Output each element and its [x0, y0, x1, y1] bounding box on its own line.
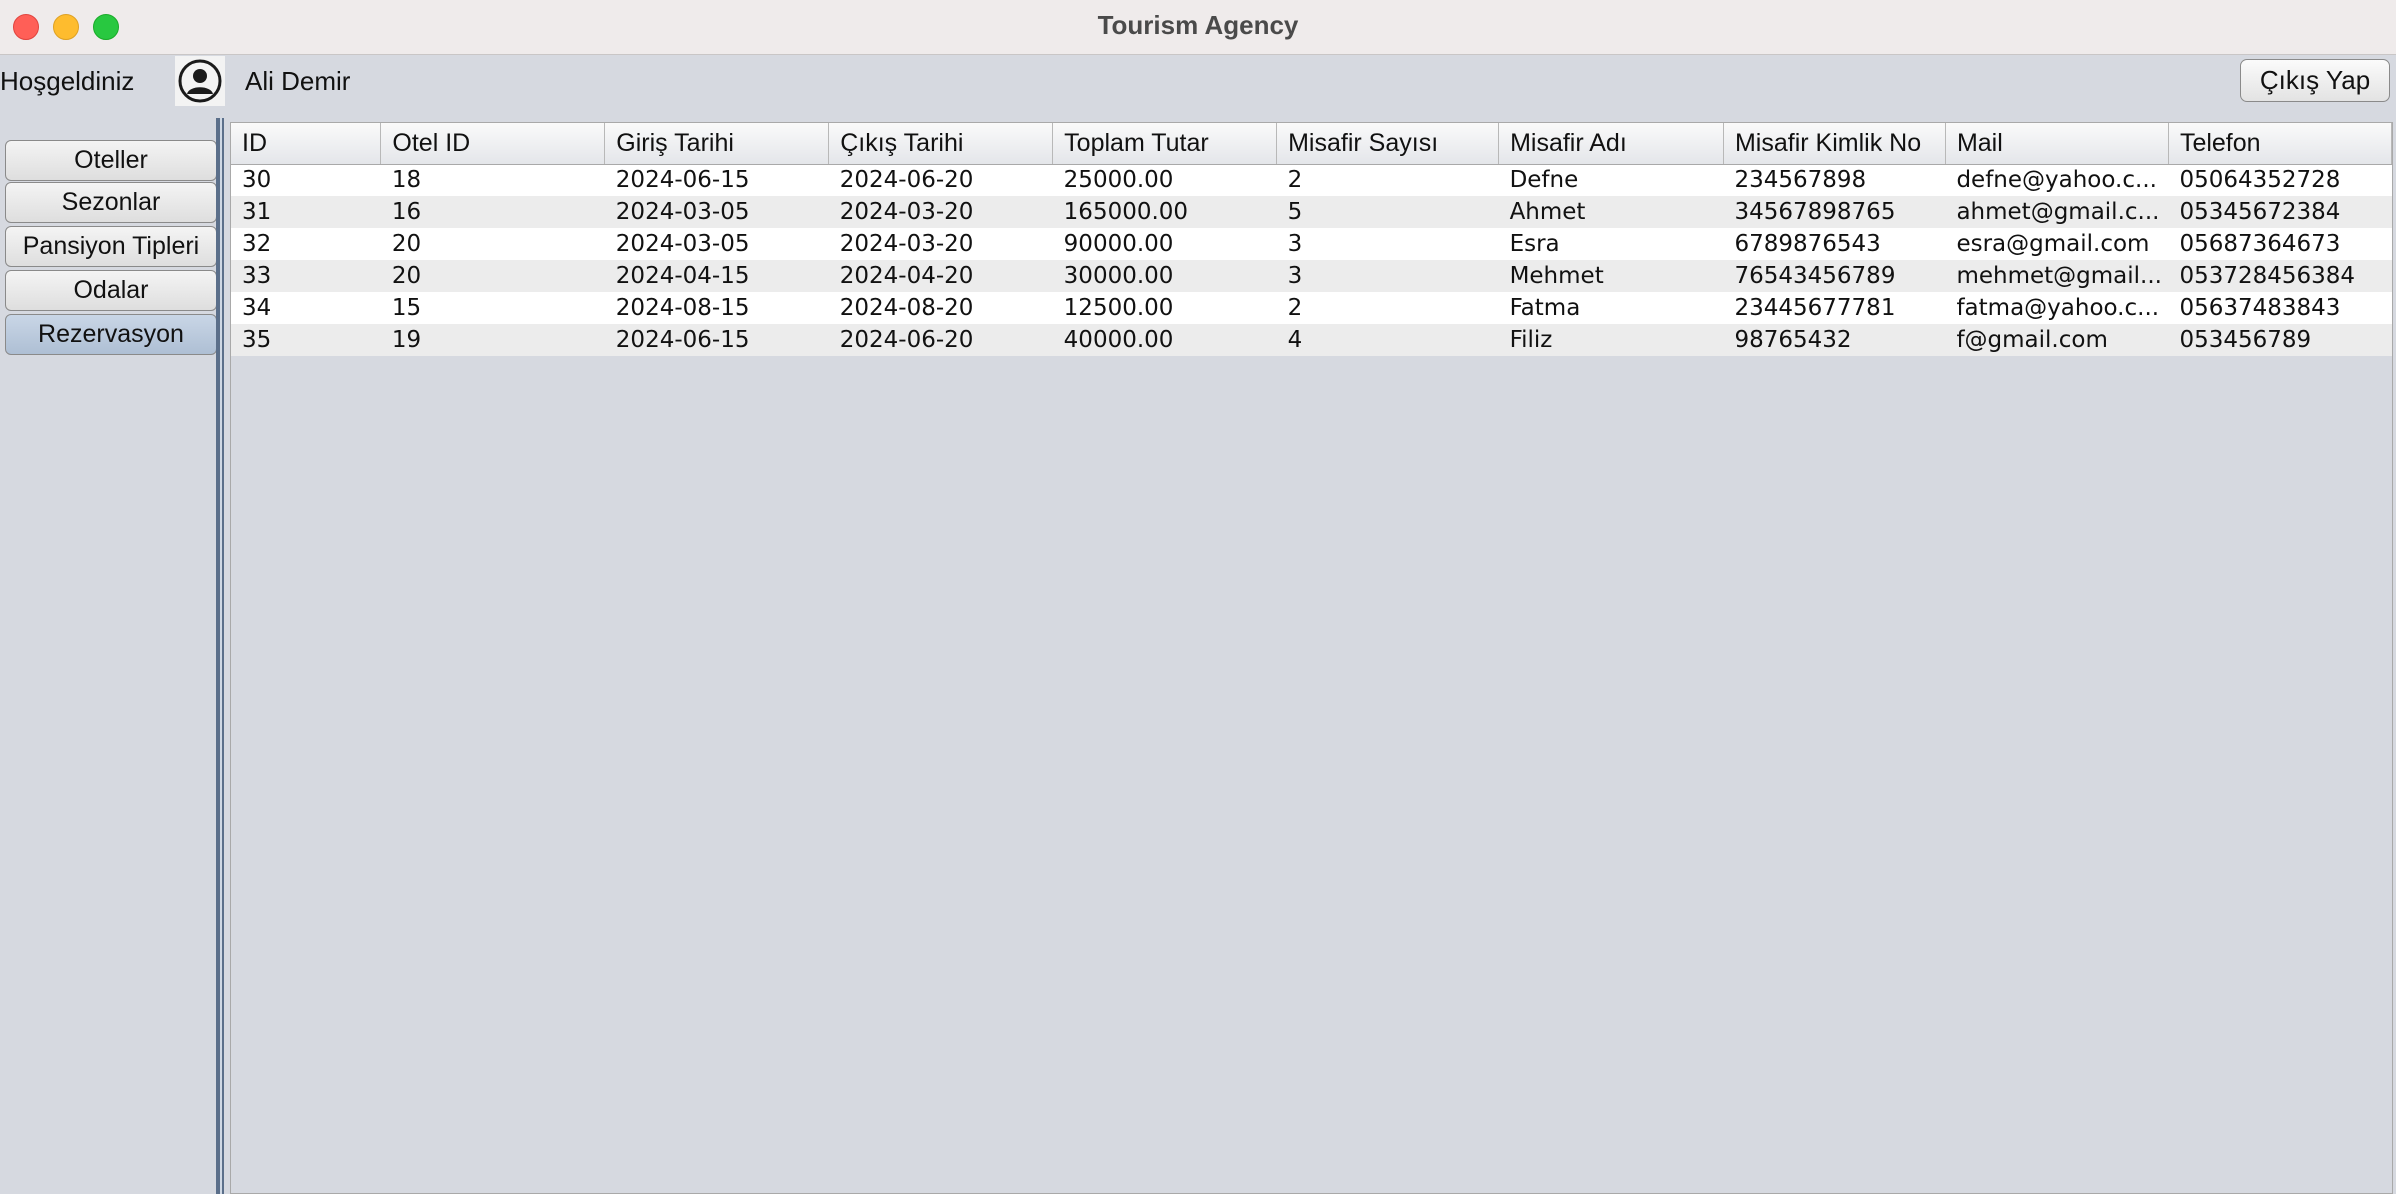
cell-misafir-kimlik-no: 234567898 [1723, 164, 1946, 196]
cell-telefon: 053728456384 [2168, 260, 2392, 292]
cell-telefon: 05345672384 [2168, 196, 2392, 228]
cell-otel-id: 16 [380, 196, 605, 228]
cell-otel-id: 15 [380, 292, 605, 324]
table-row[interactable]: 30 18 2024-06-15 2024-06-20 25000.00 2 D… [231, 164, 2392, 196]
cell-misafir-sayisi: 2 [1276, 164, 1499, 196]
cell-toplam-tutar: 12500.00 [1052, 292, 1277, 324]
user-name: Ali Demir [245, 66, 351, 96]
user-avatar-icon [178, 59, 222, 103]
cell-otel-id: 18 [380, 164, 605, 196]
cell-misafir-kimlik-no: 76543456789 [1723, 260, 1946, 292]
cell-id: 34 [231, 292, 381, 324]
column-header-misafir-kimlik-no[interactable]: Misafir Kimlik No [1723, 123, 1946, 165]
cell-mail: defne@yahoo.c... [1945, 164, 2169, 196]
cell-misafir-adi: Mehmet [1498, 260, 1724, 292]
cell-misafir-kimlik-no: 98765432 [1723, 324, 1946, 356]
cell-telefon: 05687364673 [2168, 228, 2392, 260]
welcome-label: Hoşgeldiniz [0, 66, 135, 96]
sidebar-item-rezervasyon[interactable]: Rezervasyon [5, 314, 217, 355]
column-header-cikis-tarihi[interactable]: Çıkış Tarihi [828, 123, 1054, 165]
sidebar-item-sezonlar[interactable]: Sezonlar [5, 182, 217, 223]
cell-mail: mehmet@gmail... [1945, 260, 2169, 292]
cell-misafir-adi: Defne [1498, 164, 1724, 196]
sidebar-item-pansiyon-tipleri[interactable]: Pansiyon Tipleri [5, 226, 217, 267]
reservation-table-panel: ID Otel ID Giriş Tarihi Çıkış Tarihi Top… [230, 122, 2393, 1194]
sidebar-item-oteller[interactable]: Oteller [5, 140, 217, 181]
cell-mail: ahmet@gmail.c... [1945, 196, 2169, 228]
cell-giris-tarihi: 2024-03-05 [604, 228, 829, 260]
cell-otel-id: 19 [380, 324, 605, 356]
window-title: Tourism Agency [1097, 10, 1299, 40]
table-header-row: ID Otel ID Giriş Tarihi Çıkış Tarihi Top… [231, 123, 2393, 165]
cell-misafir-sayisi: 3 [1276, 228, 1499, 260]
cell-mail: f@gmail.com [1945, 324, 2169, 356]
cell-misafir-adi: Esra [1498, 228, 1724, 260]
cell-otel-id: 20 [380, 228, 605, 260]
column-header-telefon[interactable]: Telefon [2168, 123, 2393, 165]
cell-telefon: 053456789 [2168, 324, 2392, 356]
cell-giris-tarihi: 2024-03-05 [604, 196, 829, 228]
avatar [175, 56, 225, 106]
cell-misafir-adi: Fatma [1498, 292, 1724, 324]
cell-toplam-tutar: 30000.00 [1052, 260, 1277, 292]
cell-misafir-sayisi: 5 [1276, 196, 1499, 228]
cell-toplam-tutar: 165000.00 [1052, 196, 1277, 228]
reservation-table: ID Otel ID Giriş Tarihi Çıkış Tarihi Top… [231, 123, 2393, 356]
cell-id: 31 [231, 196, 381, 228]
column-header-toplam-tutar[interactable]: Toplam Tutar [1052, 123, 1278, 165]
cell-cikis-tarihi: 2024-03-20 [828, 228, 1053, 260]
column-header-mail[interactable]: Mail [1945, 123, 2169, 165]
sidebar-item-odalar[interactable]: Odalar [5, 270, 217, 311]
cell-mail: fatma@yahoo.c... [1945, 292, 2169, 324]
cell-toplam-tutar: 25000.00 [1052, 164, 1277, 196]
cell-giris-tarihi: 2024-06-15 [604, 164, 829, 196]
table-row[interactable]: 35 19 2024-06-15 2024-06-20 40000.00 4 F… [231, 324, 2392, 356]
table-row[interactable]: 31 16 2024-03-05 2024-03-20 165000.00 5 … [231, 196, 2392, 228]
cell-misafir-sayisi: 2 [1276, 292, 1499, 324]
column-header-misafir-adi[interactable]: Misafir Adı [1498, 123, 1724, 165]
cell-cikis-tarihi: 2024-06-20 [828, 164, 1053, 196]
table-row[interactable]: 32 20 2024-03-05 2024-03-20 90000.00 3 E… [231, 228, 2392, 260]
window-titlebar: Tourism Agency [0, 0, 2396, 55]
cell-misafir-kimlik-no: 6789876543 [1723, 228, 1946, 260]
cell-misafir-sayisi: 4 [1276, 324, 1499, 356]
logout-button[interactable]: Çıkış Yap [2240, 59, 2390, 102]
column-header-id[interactable]: ID [231, 123, 382, 165]
cell-cikis-tarihi: 2024-04-20 [828, 260, 1053, 292]
cell-cikis-tarihi: 2024-06-20 [828, 324, 1053, 356]
cell-mail: esra@gmail.com [1945, 228, 2169, 260]
cell-telefon: 05637483843 [2168, 292, 2392, 324]
cell-misafir-kimlik-no: 23445677781 [1723, 292, 1946, 324]
cell-id: 30 [231, 164, 381, 196]
split-pane-divider-highlight [220, 118, 222, 1194]
cell-misafir-adi: Filiz [1498, 324, 1724, 356]
column-header-otel-id[interactable]: Otel ID [380, 123, 606, 165]
cell-giris-tarihi: 2024-08-15 [604, 292, 829, 324]
table-row[interactable]: 34 15 2024-08-15 2024-08-20 12500.00 2 F… [231, 292, 2392, 324]
cell-otel-id: 20 [380, 260, 605, 292]
cell-toplam-tutar: 90000.00 [1052, 228, 1277, 260]
cell-telefon: 05064352728 [2168, 164, 2392, 196]
cell-cikis-tarihi: 2024-08-20 [828, 292, 1053, 324]
cell-id: 33 [231, 260, 381, 292]
cell-id: 35 [231, 324, 381, 356]
cell-cikis-tarihi: 2024-03-20 [828, 196, 1053, 228]
column-header-misafir-sayisi[interactable]: Misafir Sayısı [1276, 123, 1500, 165]
cell-giris-tarihi: 2024-06-15 [604, 324, 829, 356]
cell-misafir-sayisi: 3 [1276, 260, 1499, 292]
cell-toplam-tutar: 40000.00 [1052, 324, 1277, 356]
cell-id: 32 [231, 228, 381, 260]
column-header-giris-tarihi[interactable]: Giriş Tarihi [604, 123, 830, 165]
cell-misafir-adi: Ahmet [1498, 196, 1724, 228]
table-row[interactable]: 33 20 2024-04-15 2024-04-20 30000.00 3 M… [231, 260, 2392, 292]
cell-misafir-kimlik-no: 34567898765 [1723, 196, 1946, 228]
cell-giris-tarihi: 2024-04-15 [604, 260, 829, 292]
